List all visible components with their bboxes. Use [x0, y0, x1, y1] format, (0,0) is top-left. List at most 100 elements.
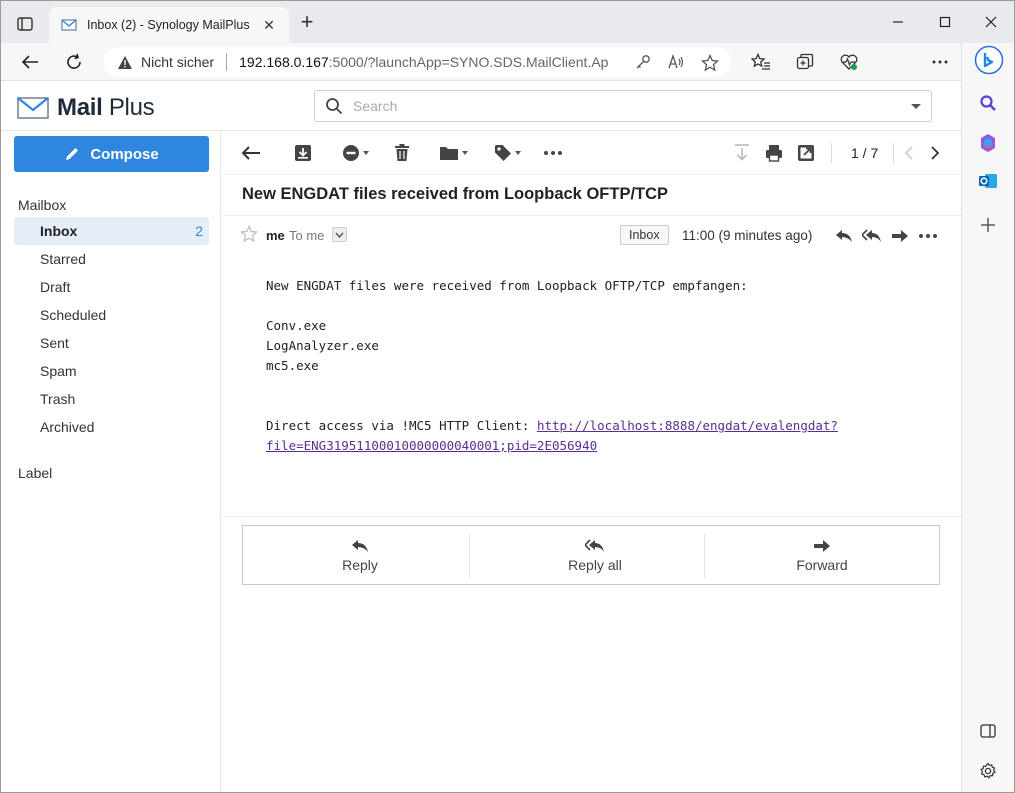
delete-trash-icon[interactable] — [391, 141, 413, 165]
recipient-summary: To me — [289, 228, 325, 243]
download-icon[interactable] — [731, 141, 753, 165]
forward-icon — [814, 540, 830, 552]
maximize-icon[interactable] — [922, 9, 968, 35]
minimize-icon[interactable] — [875, 9, 921, 35]
folder-badge[interactable]: Inbox — [620, 225, 669, 245]
sender-row: me To me Inbox 11:00 (9 minutes ago) — [222, 223, 961, 249]
engdat-link-continued[interactable]: file=ENG31951100010000000040001;pid=2E05… — [266, 438, 597, 453]
search-box[interactable]: Search — [314, 90, 932, 122]
reply-icon — [352, 540, 368, 552]
quick-reply-all-label: Reply all — [568, 557, 622, 573]
next-message-chevron-icon[interactable] — [926, 141, 944, 165]
label-heading[interactable]: Label — [18, 465, 52, 481]
brand-plus: Plus — [102, 94, 155, 121]
print-icon[interactable] — [763, 141, 785, 165]
forward-icon[interactable] — [889, 225, 911, 247]
message-more-icon[interactable] — [917, 225, 939, 247]
mailbox-item-label: Scheduled — [40, 307, 107, 323]
browser-window: Inbox (2) - Synology MailPlus ✕ + Nicht … — [0, 0, 1015, 793]
back-to-list-icon[interactable] — [240, 141, 262, 165]
more-actions-icon[interactable] — [542, 141, 564, 165]
recipient-details-chevron-icon[interactable] — [332, 227, 347, 242]
browser-tab[interactable]: Inbox (2) - Synology MailPlus ✕ — [49, 7, 289, 43]
mailbox-heading[interactable]: Mailbox — [18, 197, 66, 213]
url-separator — [226, 53, 228, 71]
quick-reply-separator — [469, 534, 470, 578]
refresh-icon[interactable] — [59, 47, 89, 77]
favorite-star-icon[interactable] — [700, 53, 720, 75]
mailbox-item-archived[interactable]: Archived — [14, 413, 209, 441]
compose-label: Compose — [90, 145, 159, 163]
access-prefix: Direct access via !MC5 HTTP Client: — [266, 418, 537, 433]
pencil-icon — [66, 148, 79, 160]
read-aloud-icon[interactable] — [667, 53, 685, 75]
mail-sidebar: Compose Mailbox Inbox 2 Starred Draft Sc… — [1, 131, 221, 792]
quick-reply-all-button[interactable]: Reply all — [478, 534, 712, 578]
mailbox-item-label: Sent — [40, 335, 69, 351]
mailbox-item-scheduled[interactable]: Scheduled — [14, 301, 209, 329]
browser-essentials-icon[interactable] — [836, 49, 862, 75]
mailbox-item-starred[interactable]: Starred — [14, 245, 209, 273]
unread-count-badge: 2 — [195, 223, 203, 239]
warning-icon[interactable] — [117, 55, 135, 70]
mailbox-item-label: Spam — [40, 363, 77, 379]
close-tab-icon[interactable]: ✕ — [261, 17, 277, 34]
close-window-icon[interactable] — [968, 9, 1014, 35]
message-pane: 1 / 7 New ENGDAT files received from Loo… — [222, 131, 961, 792]
outlook-icon[interactable] — [976, 169, 1000, 193]
body-divider — [222, 516, 961, 517]
url-text[interactable]: 192.168.0.167:5000/?launchApp=SYNO.SDS.M… — [239, 54, 609, 70]
favorites-icon[interactable] — [748, 49, 774, 75]
reply-icon[interactable] — [833, 225, 855, 247]
settings-gear-icon[interactable] — [976, 759, 1000, 783]
key-icon[interactable] — [635, 54, 651, 75]
toolbar-separator — [831, 143, 832, 163]
url-icons — [635, 53, 720, 75]
search-options-chevron-icon[interactable] — [911, 103, 921, 109]
engdat-link[interactable]: http://localhost:8888/engdat/evalengdat? — [537, 418, 838, 433]
quick-reply-bar: Reply Reply all Forward — [242, 525, 940, 585]
mailplus-logo[interactable]: Mail Plus — [17, 94, 155, 122]
reply-all-icon[interactable] — [861, 225, 883, 247]
collections-icon[interactable] — [792, 49, 818, 75]
more-menu-icon[interactable] — [927, 49, 953, 75]
search-input[interactable]: Search — [353, 98, 911, 114]
block-sender-icon[interactable] — [339, 141, 371, 165]
url-bar[interactable]: Nicht sicher 192.168.0.167:5000/?launchA… — [103, 47, 731, 77]
mailbox-item-sent[interactable]: Sent — [14, 329, 209, 357]
address-bar-row: Nicht sicher 192.168.0.167:5000/?launchA… — [1, 43, 1014, 113]
open-new-window-icon[interactable] — [795, 141, 817, 165]
title-bar: Inbox (2) - Synology MailPlus ✕ + — [1, 1, 1014, 43]
mailbox-item-inbox[interactable]: Inbox 2 — [14, 217, 209, 245]
not-secure-label[interactable]: Nicht sicher — [141, 54, 214, 70]
previous-message-chevron-icon[interactable] — [900, 141, 918, 165]
mailplus-favicon-icon — [61, 17, 77, 33]
archive-icon[interactable] — [292, 141, 314, 165]
star-toggle-icon[interactable] — [240, 225, 258, 246]
microsoft-365-icon[interactable] — [976, 131, 1000, 155]
back-icon[interactable] — [15, 47, 45, 77]
move-to-folder-icon[interactable] — [437, 141, 469, 165]
edge-sidebar — [961, 43, 1014, 792]
mailbox-item-label: Starred — [40, 251, 86, 267]
mailbox-item-draft[interactable]: Draft — [14, 273, 209, 301]
tab-actions-icon[interactable] — [11, 12, 39, 36]
tag-label-icon[interactable] — [491, 141, 523, 165]
file-name: mc5.exe — [266, 358, 319, 373]
add-sidebar-app-icon[interactable] — [976, 213, 1000, 237]
compose-button[interactable]: Compose — [14, 136, 209, 172]
mailbox-item-trash[interactable]: Trash — [14, 385, 209, 413]
hide-sidebar-icon[interactable] — [976, 719, 1000, 743]
bing-chat-icon[interactable] — [974, 45, 1004, 75]
new-tab-icon[interactable]: + — [297, 11, 317, 33]
sender-name[interactable]: me — [266, 228, 285, 243]
message-time: 11:00 (9 minutes ago) — [682, 228, 813, 243]
search-sidebar-icon[interactable] — [976, 91, 1000, 115]
quick-forward-button[interactable]: Forward — [705, 534, 939, 578]
mailbox-item-label: Draft — [40, 279, 71, 295]
mailbox-item-label: Trash — [40, 391, 76, 407]
mailbox-item-spam[interactable]: Spam — [14, 357, 209, 385]
tab-title: Inbox (2) - Synology MailPlus — [87, 18, 250, 32]
quick-reply-button[interactable]: Reply — [243, 534, 477, 578]
url-host: 192.168.0.167 — [239, 54, 329, 70]
